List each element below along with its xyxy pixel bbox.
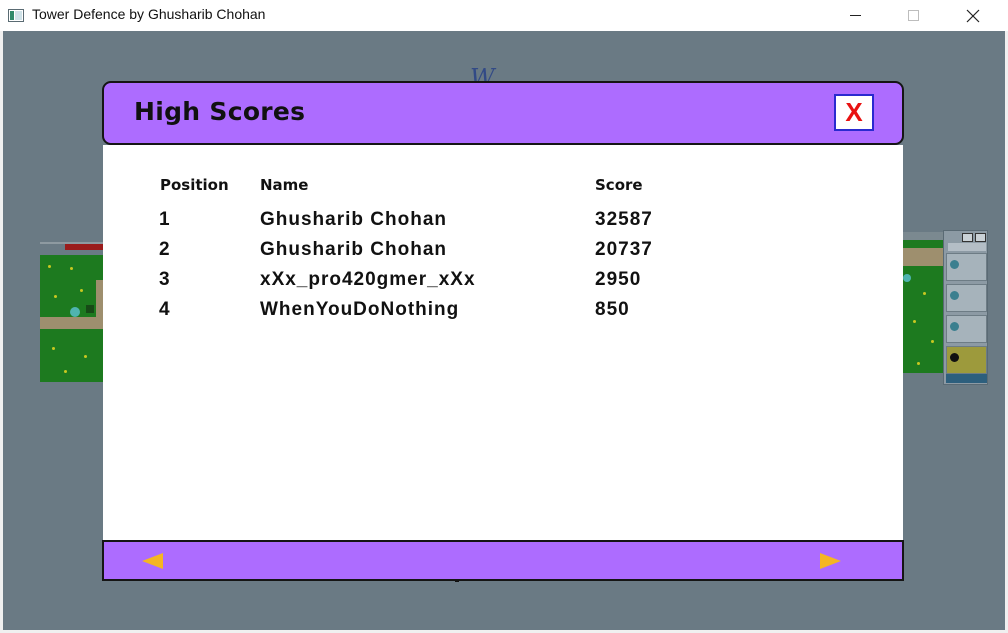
row-name: Ghusharib Chohan [260, 209, 447, 230]
grass-dot [84, 355, 87, 358]
row-position: 1 [159, 209, 171, 230]
grass-dot [917, 362, 920, 365]
row-position: 2 [159, 239, 171, 260]
row-position: 4 [159, 299, 171, 320]
dialog-footer [102, 540, 904, 581]
window-titlebar: Tower Defence by Ghusharib Chohan [0, 0, 1008, 31]
game-map-right [903, 240, 943, 373]
map-status-strip [903, 232, 943, 240]
grass-dot [923, 292, 926, 295]
arrow-left-icon[interactable] [142, 553, 163, 569]
minimize-button[interactable] [832, 0, 878, 31]
row-name: Ghusharib Chohan [260, 239, 447, 260]
maximize-button[interactable] [890, 0, 936, 31]
app-icon [8, 9, 24, 22]
row-name: xXx_pro420gmer_xXx [260, 269, 476, 290]
grass-dot [52, 347, 55, 350]
weapon-card-bomb[interactable] [946, 346, 987, 374]
dialog-header: High Scores X [102, 81, 904, 145]
close-dialog-button[interactable]: X [834, 94, 874, 131]
enemy-path [40, 317, 103, 329]
tower-icon [950, 322, 959, 331]
arrow-right-icon[interactable] [820, 553, 841, 569]
grass-dot [931, 340, 934, 343]
weapons-panel [943, 230, 988, 385]
table-row: 3 xXx_pro420gmer_xXx 2950 [103, 269, 903, 299]
tower-icon [903, 274, 911, 282]
scores-table: Position Name Score 1 Ghusharib Chohan 3… [103, 145, 903, 541]
column-header-score: Score [595, 176, 643, 194]
grass-dot [70, 267, 73, 270]
pause-button[interactable] [975, 233, 986, 242]
close-icon [966, 9, 980, 22]
weapon-card[interactable] [946, 253, 987, 281]
grass-dot [54, 295, 57, 298]
table-row: 2 Ghusharib Chohan 20737 [103, 239, 903, 269]
bomb-icon [950, 353, 959, 362]
row-score: 850 [595, 299, 630, 320]
column-header-position: Position [160, 176, 229, 194]
weapon-card[interactable] [946, 284, 987, 312]
high-scores-dialog: High Scores X Position Name Score 1 Ghus… [102, 81, 904, 581]
weapons-panel-title [948, 243, 986, 251]
row-position: 3 [159, 269, 171, 290]
help-button[interactable] [962, 233, 973, 242]
weapon-card[interactable] [946, 315, 987, 343]
window-title: Tower Defence by Ghusharib Chohan [32, 6, 266, 22]
game-map-left [40, 255, 106, 382]
table-row: 4 WhenYouDoNothing 850 [103, 299, 903, 329]
minimize-icon [849, 15, 861, 16]
dialog-title: High Scores [134, 97, 306, 126]
grass-dot [913, 320, 916, 323]
tower-icon [950, 260, 959, 269]
maximize-icon [907, 10, 919, 21]
row-score: 32587 [595, 209, 653, 230]
grass-dot [48, 265, 51, 268]
row-name: WhenYouDoNothing [260, 299, 460, 320]
grass-dot [80, 289, 83, 292]
column-header-name: Name [260, 176, 309, 194]
close-window-button[interactable] [950, 0, 996, 31]
row-score: 2950 [595, 269, 642, 290]
tower-icon [950, 291, 959, 300]
tower-icon [70, 307, 80, 317]
map-health-bar [65, 244, 103, 250]
table-row: 1 Ghusharib Chohan 32587 [103, 209, 903, 239]
tower-icon [86, 305, 94, 313]
close-button-label: X [845, 97, 863, 127]
grass-dot [64, 370, 67, 373]
weapons-panel-controls[interactable] [946, 374, 987, 383]
enemy-path [903, 248, 943, 266]
row-score: 20737 [595, 239, 653, 260]
window-border-left [0, 31, 3, 633]
